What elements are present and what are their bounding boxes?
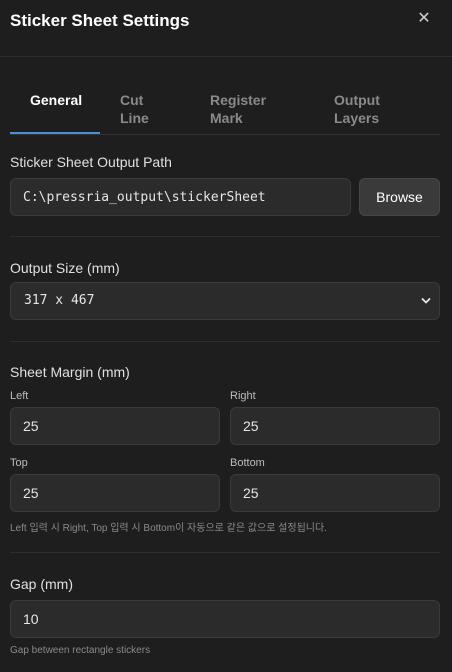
divider (10, 341, 440, 342)
chevron-down-icon (421, 298, 431, 304)
dialog-header: Sticker Sheet Settings ✕ (0, 0, 452, 57)
output-size-value: 317 x 467 (24, 293, 95, 308)
gap-input[interactable] (10, 600, 440, 638)
divider (10, 552, 440, 553)
output-size-label: Output Size (mm) (10, 260, 120, 276)
tab-label-line1: Register (210, 92, 267, 108)
tab-label-line1: Cut (120, 92, 144, 108)
margin-hint: Left 입력 시 Right, Top 입력 시 Bottom이 자동으로 같… (10, 523, 327, 534)
tab-label-line1: General (30, 92, 83, 108)
margin-right-label: Right (230, 390, 256, 402)
tab-label-line2: Layers (334, 110, 380, 126)
margin-left-input[interactable] (10, 407, 220, 445)
tab-general[interactable]: General (30, 91, 82, 109)
tab-label-line1: Output (334, 92, 380, 108)
margin-top-label: Top (10, 457, 28, 469)
tab-register-mark[interactable]: Register Mark (210, 91, 266, 127)
gap-hint: Gap between rectangle stickers (10, 645, 151, 656)
margin-right-input[interactable] (230, 407, 440, 445)
active-tab-indicator (10, 132, 100, 134)
sheet-margin-label: Sheet Margin (mm) (10, 364, 130, 380)
output-size-select[interactable]: 317 x 467 (10, 282, 440, 320)
output-path-input[interactable] (10, 178, 351, 216)
margin-bottom-input[interactable] (230, 474, 440, 512)
browse-button[interactable]: Browse (359, 178, 440, 216)
margin-top-input[interactable] (10, 474, 220, 512)
tab-label-line2: Mark (210, 110, 243, 126)
divider (10, 236, 440, 237)
tab-bar: General Cut Line Register Mark Output La… (10, 84, 440, 135)
dialog-title: Sticker Sheet Settings (10, 11, 190, 30)
tab-label-line2: Line (120, 110, 149, 126)
close-icon[interactable]: ✕ (415, 10, 433, 28)
tab-cut-line[interactable]: Cut Line (120, 91, 149, 127)
margin-bottom-label: Bottom (230, 457, 265, 469)
tab-output-layers[interactable]: Output Layers (334, 91, 380, 127)
gap-label: Gap (mm) (10, 576, 73, 592)
margin-left-label: Left (10, 390, 29, 402)
output-path-label: Sticker Sheet Output Path (10, 154, 172, 170)
